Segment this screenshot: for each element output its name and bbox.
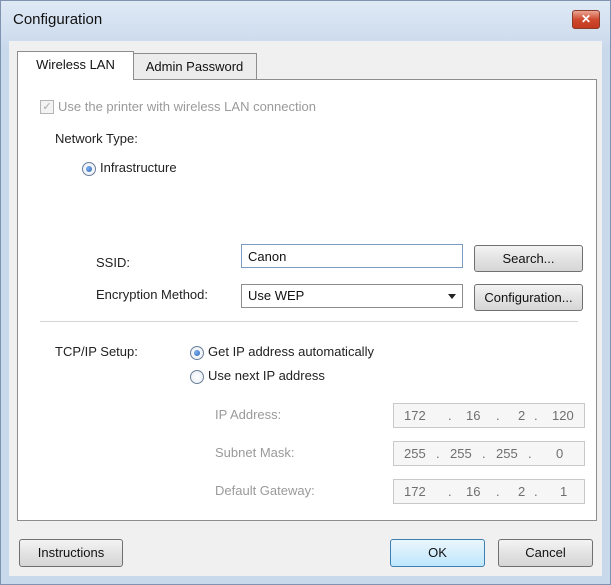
search-button[interactable]: Search... <box>474 245 583 272</box>
configuration-button[interactable]: Configuration... <box>474 284 583 311</box>
ip-octet-4: 120 <box>552 408 574 423</box>
wireless-lan-panel: ✓ Use the printer with wireless LAN conn… <box>17 79 597 521</box>
get-ip-auto-label: Get IP address automatically <box>208 344 374 359</box>
default-gateway-label: Default Gateway: <box>215 483 315 498</box>
dialog-window: Configuration ✕ Wireless LAN Admin Passw… <box>0 0 611 585</box>
ip-octet-2: 16 <box>466 408 481 423</box>
gateway-octet-2: 16 <box>466 484 481 499</box>
encryption-method-value: Use WEP <box>248 288 305 303</box>
infrastructure-label: Infrastructure <box>100 160 177 175</box>
ip-dot: . <box>534 408 538 423</box>
tab-admin-password[interactable]: Admin Password <box>132 53 257 80</box>
use-wireless-checkbox[interactable]: ✓ <box>40 100 54 114</box>
ip-dot: . <box>448 484 452 499</box>
ssid-label: SSID: <box>96 255 130 270</box>
encryption-method-label: Encryption Method: <box>96 287 209 302</box>
ip-octet-1: 172 <box>404 408 426 423</box>
ip-dot: . <box>496 484 500 499</box>
gateway-octet-4: 1 <box>560 484 568 499</box>
subnet-mask-label: Subnet Mask: <box>215 445 295 460</box>
ip-octet-3: 2 <box>518 408 526 423</box>
ip-address-field[interactable]: 172 . 16 . 2 . 120 <box>393 403 585 428</box>
use-wireless-label: Use the printer with wireless LAN connec… <box>58 99 316 114</box>
use-next-ip-radio[interactable] <box>190 370 204 384</box>
tcpip-setup-label: TCP/IP Setup: <box>55 344 138 359</box>
subnet-octet-2: 255 <box>450 446 472 461</box>
use-next-ip-label: Use next IP address <box>208 368 325 383</box>
close-icon[interactable]: ✕ <box>572 10 600 29</box>
ip-dot: . <box>528 446 532 461</box>
default-gateway-field[interactable]: 172 . 16 . 2 . 1 <box>393 479 585 504</box>
infrastructure-radio[interactable] <box>82 162 96 176</box>
ssid-input[interactable]: Canon <box>241 244 463 268</box>
cancel-button[interactable]: Cancel <box>498 539 593 567</box>
encryption-method-select[interactable]: Use WEP <box>241 284 463 308</box>
ip-dot: . <box>496 408 500 423</box>
network-type-label: Network Type: <box>55 131 138 146</box>
gateway-octet-1: 172 <box>404 484 426 499</box>
ip-dot: . <box>534 484 538 499</box>
ip-dot: . <box>436 446 440 461</box>
ip-dot: . <box>482 446 486 461</box>
gateway-octet-3: 2 <box>518 484 526 499</box>
subnet-mask-field[interactable]: 255 . 255 . 255 . 0 <box>393 441 585 466</box>
subnet-octet-3: 255 <box>496 446 518 461</box>
section-divider <box>40 321 578 322</box>
ok-button[interactable]: OK <box>390 539 485 567</box>
ip-dot: . <box>448 408 452 423</box>
chevron-down-icon <box>448 294 456 299</box>
instructions-button[interactable]: Instructions <box>19 539 123 567</box>
get-ip-auto-radio[interactable] <box>190 346 204 360</box>
subnet-octet-1: 255 <box>404 446 426 461</box>
ip-address-label: IP Address: <box>215 407 282 422</box>
tab-wireless-lan[interactable]: Wireless LAN <box>17 51 134 80</box>
title-bar: Configuration ✕ <box>1 1 610 41</box>
window-title: Configuration <box>13 11 103 28</box>
dialog-client: Wireless LAN Admin Password ✓ Use the pr… <box>9 41 602 576</box>
subnet-octet-4: 0 <box>556 446 564 461</box>
